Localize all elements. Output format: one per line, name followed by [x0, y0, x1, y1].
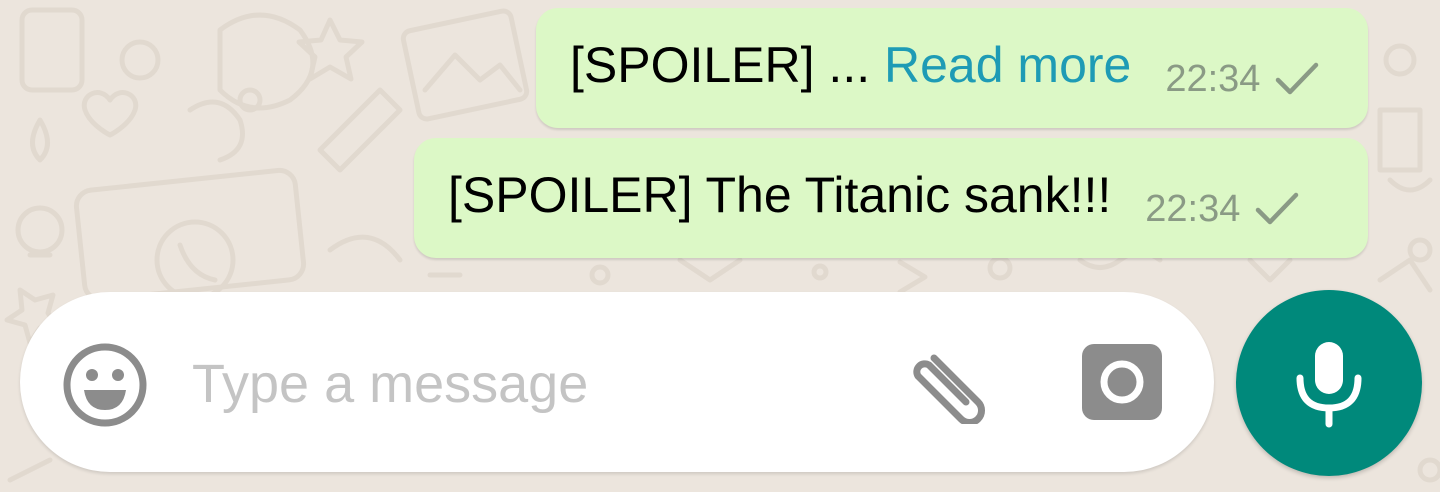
message-input[interactable]	[192, 347, 872, 421]
message-composer	[20, 292, 1214, 472]
smiley-icon[interactable]	[62, 342, 148, 428]
single-check-icon	[1276, 62, 1319, 95]
message-meta: 22:34	[1145, 190, 1300, 228]
message-text: [SPOILER] ... Read more	[570, 40, 1131, 90]
message-timestamp: 22:34	[1145, 188, 1241, 230]
microphone-icon	[1296, 342, 1362, 428]
paperclip-icon[interactable]	[904, 344, 994, 424]
outgoing-message-bubble[interactable]: [SPOILER] ... Read more 22:34	[536, 8, 1368, 128]
outgoing-message-bubble[interactable]: [SPOILER] The Titanic sank!!! 22:34	[414, 138, 1368, 258]
message-text: [SPOILER] The Titanic sank!!!	[448, 167, 1112, 223]
read-more-link[interactable]: Read more	[884, 37, 1131, 93]
message-timestamp: 22:34	[1165, 58, 1261, 100]
message-meta: 22:34	[1165, 60, 1320, 98]
camera-icon[interactable]	[1080, 342, 1164, 422]
voice-record-button[interactable]	[1236, 290, 1422, 476]
chat-window: [SPOILER] ... Read more 22:34 [SPOILER] …	[0, 0, 1440, 492]
message-body: [SPOILER] ...	[570, 37, 884, 93]
single-check-icon	[1256, 192, 1299, 225]
